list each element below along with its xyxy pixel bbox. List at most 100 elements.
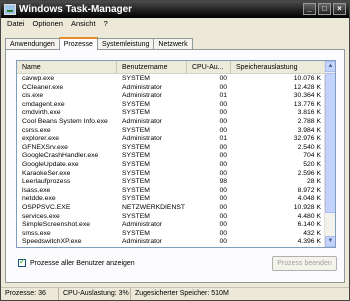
- end-process-button[interactable]: Prozess beenden: [272, 256, 337, 271]
- menu-optionen[interactable]: Optionen: [29, 18, 67, 30]
- process-memory: 8.972 K: [297, 186, 321, 194]
- show-all-users-checkbox[interactable]: [18, 257, 26, 267]
- process-cpu: 00: [219, 152, 227, 160]
- table-row[interactable]: netdde.exe SYSTEM 00 4.048 K: [17, 195, 325, 204]
- show-all-users-label: Prozesse aller Benutzer anzeigen: [30, 259, 135, 267]
- process-name: netdde.exe: [22, 195, 56, 203]
- process-name: GFNEXSrv.exe: [22, 143, 68, 151]
- process-user: Administrator: [122, 221, 163, 229]
- process-name: SpeedswitchXP.exe: [22, 238, 82, 246]
- table-row[interactable]: KaraokeSer.exe SYSTEM 00 2.596 K: [17, 170, 325, 179]
- menu-help[interactable]: ?: [100, 18, 112, 30]
- process-cpu: 00: [219, 238, 227, 246]
- table-row[interactable]: GoogleUpdate.exe SYSTEM 00 520 K: [17, 161, 325, 170]
- process-name: smss.exe: [22, 229, 51, 237]
- process-memory: 4.396 K: [297, 238, 321, 246]
- table-row[interactable]: CCleaner.exe Administrator 00 12.428 K: [17, 84, 325, 93]
- minimize-button[interactable]: _: [303, 3, 316, 15]
- table-row[interactable]: GoogleCrashHandler.exe SYSTEM 00 704 K: [17, 152, 325, 161]
- process-cpu: 00: [219, 203, 227, 211]
- process-user: Administrator: [122, 92, 163, 100]
- status-commit-charge: Zugesicherter Speicher: 510M: [135, 290, 229, 297]
- process-user: NETZWERKDIENST: [122, 203, 186, 211]
- status-bar: Prozesse: 36 CPU-Auslastung: 3% Zugesich…: [1, 287, 349, 300]
- column-header-user[interactable]: Benutzername: [117, 61, 187, 74]
- process-user: SYSTEM: [122, 186, 150, 194]
- process-memory: 32.976 K: [293, 135, 321, 143]
- table-row[interactable]: services.exe SYSTEM 00 4.480 K: [17, 213, 325, 222]
- column-header-memory[interactable]: Speicherauslastung: [231, 61, 325, 74]
- process-memory: 520 K: [303, 160, 321, 168]
- process-memory: 2.596 K: [297, 169, 321, 177]
- table-row[interactable]: cmdvirth.exe SYSTEM 00 3.816 K: [17, 109, 325, 118]
- process-cpu: 01: [219, 92, 227, 100]
- process-list-header: Name Benutzername CPU-Au... Speicherausl…: [17, 61, 325, 74]
- process-memory: 3.984 K: [297, 126, 321, 134]
- process-user: SYSTEM: [122, 126, 150, 134]
- process-cpu: 00: [219, 100, 227, 108]
- process-name: explorer.exe: [22, 135, 60, 143]
- table-row[interactable]: cavwp.exe SYSTEM 00 10.076 K: [17, 75, 325, 84]
- process-name: services.exe: [22, 212, 60, 220]
- process-user: Administrator: [122, 117, 163, 125]
- status-cpu-usage: CPU-Auslastung: 3%: [59, 288, 131, 300]
- process-name: GoogleUpdate.exe: [22, 160, 79, 168]
- scroll-thumb[interactable]: [325, 73, 335, 213]
- table-row[interactable]: lsass.exe SYSTEM 00 8.972 K: [17, 187, 325, 196]
- table-row[interactable]: GFNEXSrv.exe SYSTEM 00 2.540 K: [17, 144, 325, 153]
- process-memory: 30.364 K: [293, 92, 321, 100]
- process-user: SYSTEM: [122, 229, 150, 237]
- table-row[interactable]: Cool Beans System Info.exe Administrator 0…: [17, 118, 325, 127]
- maximize-button[interactable]: □: [318, 3, 331, 15]
- column-header-name[interactable]: Name: [17, 61, 117, 74]
- process-name: OSPPSVC.EXE: [22, 203, 71, 211]
- process-name: cmdagent.exe: [22, 100, 65, 108]
- scroll-up-button[interactable]: ▲: [325, 61, 335, 72]
- menu-ansicht[interactable]: Ansicht: [67, 18, 100, 30]
- table-row[interactable]: smss.exe SYSTEM 00 432 K: [17, 230, 325, 239]
- table-row[interactable]: SpeedswitchXP.exe Administrator 00 4.396 K: [17, 238, 325, 247]
- process-user: SYSTEM: [122, 109, 150, 117]
- process-name: SimpleScreenshot.exe: [22, 221, 91, 229]
- menu-datei[interactable]: Datei: [3, 18, 29, 30]
- table-row[interactable]: explorer.exe Administrator 01 32.976 K: [17, 135, 325, 144]
- scroll-down-button[interactable]: ▼: [325, 236, 335, 247]
- process-user: Administrator: [122, 238, 163, 246]
- process-cpu: 00: [219, 143, 227, 151]
- table-row[interactable]: csrss.exe SYSTEM 00 3.984 K: [17, 127, 325, 136]
- process-memory: 13.776 K: [293, 100, 321, 108]
- process-user: SYSTEM: [122, 160, 150, 168]
- status-process-count: Prozesse: 36: [1, 288, 59, 300]
- tab-prozesse[interactable]: Prozesse: [58, 37, 98, 50]
- table-row[interactable]: OSPPSVC.EXE NETZWERKDIENST 00 10.928 K: [17, 204, 325, 213]
- menu-bar: Datei Optionen Ansicht ?: [1, 18, 349, 30]
- process-cpu: 01: [219, 135, 227, 143]
- column-header-cpu[interactable]: CPU-Au...: [187, 61, 231, 74]
- table-row[interactable]: SimpleScreenshot.exe Administrator 00 6.140…: [17, 221, 325, 230]
- task-manager-icon: [4, 4, 16, 15]
- title-bar[interactable]: Windows Task-Manager _ □ ×: [1, 1, 349, 18]
- process-name: Cool Beans System Info.exe: [22, 117, 108, 125]
- process-name: KaraokeSer.exe: [22, 169, 71, 177]
- process-user: SYSTEM: [122, 152, 150, 160]
- process-user: SYSTEM: [122, 212, 150, 220]
- table-row[interactable]: cis.exe Administrator 01 30.364 K: [17, 92, 325, 101]
- process-user: SYSTEM: [122, 100, 150, 108]
- process-list[interactable]: Name Benutzername CPU-Au... Speicherausl…: [16, 60, 336, 248]
- process-name: cis.exe: [22, 92, 44, 100]
- vertical-scrollbar[interactable]: ▲ ▼: [324, 61, 335, 247]
- process-user: SYSTEM: [122, 178, 150, 186]
- process-cpu: 00: [219, 229, 227, 237]
- process-memory: 12.428 K: [293, 83, 321, 91]
- process-user: Administrator: [122, 83, 163, 91]
- process-cpu: 00: [219, 221, 227, 229]
- process-cpu: 00: [219, 186, 227, 194]
- table-row[interactable]: Leerlaufprozess SYSTEM 98 28 K: [17, 178, 325, 187]
- table-row[interactable]: cmdagent.exe SYSTEM 00 13.776 K: [17, 101, 325, 110]
- process-cpu: 00: [219, 160, 227, 168]
- close-button[interactable]: ×: [333, 3, 346, 15]
- process-user: Administrator: [122, 135, 163, 143]
- show-all-users-option[interactable]: Prozesse aller Benutzer anzeigen: [18, 257, 135, 268]
- process-name: Leerlaufprozess: [22, 178, 71, 186]
- process-name: cmdvirth.exe: [22, 109, 61, 117]
